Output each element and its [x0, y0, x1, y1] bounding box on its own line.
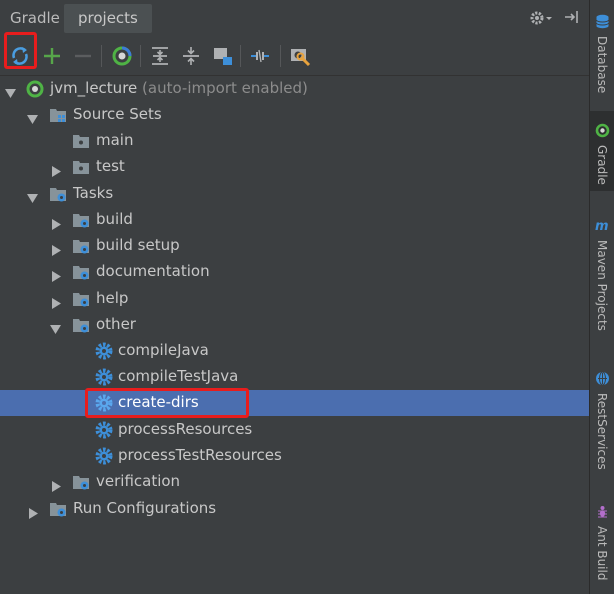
execute-task-icon[interactable] — [110, 44, 134, 68]
tree-row-tasks[interactable]: Tasks — [0, 181, 589, 207]
gradle-project-icon — [26, 80, 44, 98]
tree-row-process-test-resources[interactable]: processTestResources — [0, 443, 589, 469]
ant-icon — [595, 504, 610, 519]
side-tab-gradle[interactable]: Gradle — [590, 111, 614, 191]
gear-task-icon — [95, 421, 113, 439]
tree-row-build[interactable]: build — [0, 207, 589, 233]
chevron-down-icon[interactable] — [50, 320, 61, 334]
side-tab-label: Maven Projects — [595, 240, 609, 331]
gradle-panel: Gradle projects jvm_lecture (auto-import… — [0, 0, 589, 594]
task-group-icon — [72, 211, 90, 229]
chevron-down-icon[interactable] — [27, 189, 38, 203]
chevron-down-icon[interactable] — [5, 84, 16, 98]
gradle-icon — [595, 123, 610, 138]
settings-wrench-icon[interactable] — [288, 44, 312, 68]
run-configurations-icon — [49, 500, 67, 518]
chevron-down-icon[interactable] — [27, 110, 38, 124]
folder-icon — [72, 132, 90, 150]
group-modules-icon[interactable] — [211, 44, 235, 68]
source-sets-icon — [49, 106, 67, 124]
folder-icon — [72, 158, 90, 176]
refresh-highlight-box — [4, 32, 37, 69]
tree-label: Source Sets — [73, 105, 162, 123]
side-tab-ant-build[interactable]: Ant Build — [590, 498, 614, 594]
toolbar-separator — [101, 45, 102, 67]
tree-label: compileTestJava — [118, 367, 239, 385]
tree-row-compile-test-java[interactable]: compileTestJava — [0, 364, 589, 390]
collapse-all-icon[interactable] — [179, 44, 203, 68]
side-tab-maven[interactable]: m Maven Projects — [590, 210, 614, 350]
tree-label: build — [96, 210, 133, 228]
tree-label: compileJava — [118, 341, 209, 359]
remove-icon[interactable] — [71, 44, 95, 68]
tree-label: main — [96, 131, 134, 149]
tree-row-documentation[interactable]: documentation — [0, 259, 589, 285]
side-tab-label: RestServices — [595, 393, 609, 470]
chevron-right-icon[interactable] — [28, 504, 39, 519]
tree-row-main[interactable]: main — [0, 128, 589, 154]
tree-label: Tasks — [73, 184, 114, 202]
toolbar — [0, 37, 589, 76]
maven-icon: m — [595, 218, 610, 234]
gear-task-icon — [95, 447, 113, 465]
tree-row-process-resources[interactable]: processResources — [0, 417, 589, 443]
tree-label: help — [96, 289, 129, 307]
chevron-right-icon[interactable] — [51, 267, 62, 282]
toolbar-separator — [140, 45, 141, 67]
tree-label: processTestResources — [118, 446, 282, 464]
side-tab-label: Ant Build — [595, 526, 609, 581]
rest-services-icon — [595, 371, 610, 386]
chevron-right-icon[interactable] — [51, 294, 62, 309]
tree-label: verification — [96, 472, 181, 490]
create-dirs-highlight-box — [85, 388, 249, 418]
toolbar-separator — [280, 45, 281, 67]
tree-row-compile-java[interactable]: compileJava — [0, 338, 589, 364]
tasks-folder-icon — [49, 185, 67, 203]
tab-projects-label: projects — [78, 9, 138, 27]
chevron-right-icon[interactable] — [51, 162, 62, 177]
tree-row-build-setup[interactable]: build setup — [0, 233, 589, 259]
gear-task-icon — [95, 342, 113, 360]
panel-header: Gradle projects — [0, 0, 589, 38]
side-tab-label: Database — [595, 36, 609, 94]
svg-text:m: m — [595, 219, 609, 233]
hide-panel-icon[interactable] — [563, 8, 581, 30]
tree-row-help[interactable]: help — [0, 286, 589, 312]
side-tab-label: Gradle — [595, 145, 609, 185]
root-project-note: (auto-import enabled) — [142, 79, 308, 97]
tree-row-root[interactable]: jvm_lecture (auto-import enabled) — [0, 76, 589, 102]
side-tab-rest-services[interactable]: RestServices — [590, 365, 614, 485]
chevron-right-icon[interactable] — [51, 241, 62, 256]
root-project-name: jvm_lecture — [50, 79, 138, 97]
chevron-right-icon[interactable] — [51, 215, 62, 230]
gear-task-icon — [95, 368, 113, 386]
toggle-offline-icon[interactable] — [248, 44, 272, 68]
task-group-icon — [72, 263, 90, 281]
panel-title: Gradle — [10, 9, 60, 27]
tree-row-source-sets[interactable]: Source Sets — [0, 102, 589, 128]
toolbar-separator — [240, 45, 241, 67]
tree-row-verification[interactable]: verification — [0, 469, 589, 495]
tree-label: processResources — [118, 420, 253, 438]
tree-row-run-configurations[interactable]: Run Configurations — [0, 496, 589, 522]
tool-window-strip: Database Gradle m Maven Projects RestSer… — [589, 0, 614, 594]
expand-all-icon[interactable] — [148, 44, 172, 68]
add-icon[interactable] — [40, 44, 64, 68]
tree-label: documentation — [96, 262, 210, 280]
task-group-icon — [72, 290, 90, 308]
tree-label: Run Configurations — [73, 499, 217, 517]
tree-label: test — [96, 157, 125, 175]
tree-label: build setup — [96, 236, 180, 254]
task-group-icon — [72, 237, 90, 255]
tree-row-other[interactable]: other — [0, 312, 589, 338]
database-icon — [595, 14, 610, 29]
task-group-icon — [72, 473, 90, 491]
gear-icon[interactable] — [529, 9, 553, 31]
task-group-icon — [72, 316, 90, 334]
side-tab-database[interactable]: Database — [590, 0, 614, 105]
tree-row-test[interactable]: test — [0, 154, 589, 180]
tree-label: other — [96, 315, 136, 333]
chevron-right-icon[interactable] — [51, 477, 62, 492]
tab-projects[interactable]: projects — [64, 4, 152, 33]
